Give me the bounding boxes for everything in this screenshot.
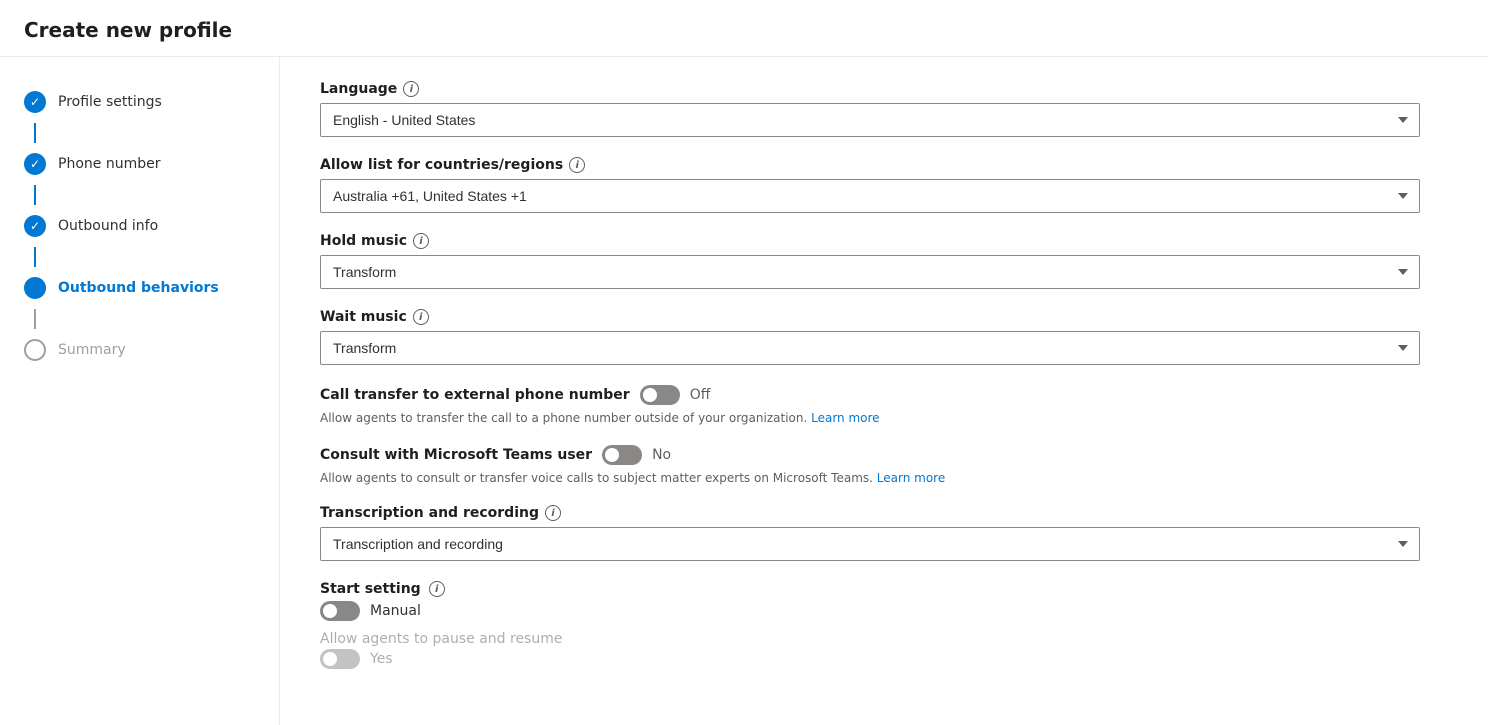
- connector-2: [34, 185, 36, 205]
- step-circle-outbound-info: ✓: [24, 215, 46, 237]
- consult-thumb: [605, 448, 619, 462]
- allow-pause-toggle[interactable]: [320, 649, 360, 669]
- start-setting-field-group: Start setting i Manual Allow agents to p…: [320, 581, 1420, 669]
- wait-music-field-group: Wait music i Transform: [320, 309, 1420, 365]
- allow-pause-row: Allow agents to pause and resume: [320, 631, 1420, 647]
- consult-learn-more[interactable]: Learn more: [877, 471, 945, 485]
- transcription-field-group: Transcription and recording i Transcript…: [320, 505, 1420, 561]
- call-transfer-label: Call transfer to external phone number: [320, 387, 630, 403]
- allow-list-info-icon[interactable]: i: [569, 157, 585, 173]
- consult-field-group: Consult with Microsoft Teams user No All…: [320, 445, 1420, 485]
- language-info-icon[interactable]: i: [403, 81, 419, 97]
- step-label-outbound-behaviors: Outbound behaviors: [58, 280, 219, 296]
- step-label-outbound-info: Outbound info: [58, 218, 158, 234]
- transcription-select[interactable]: Transcription and recording: [320, 527, 1420, 561]
- step-circle-summary: [24, 339, 46, 361]
- start-setting-toggle-row: Manual: [320, 601, 1420, 621]
- transcription-label: Transcription and recording i: [320, 505, 1420, 521]
- page-title: Create new profile: [24, 18, 1464, 42]
- allow-pause-value: Yes: [370, 651, 393, 667]
- call-transfer-thumb: [643, 388, 657, 402]
- consult-label: Consult with Microsoft Teams user: [320, 447, 592, 463]
- sidebar-item-outbound-behaviors[interactable]: Outbound behaviors: [0, 267, 279, 309]
- wait-music-select[interactable]: Transform: [320, 331, 1420, 365]
- sidebar-item-phone-number[interactable]: ✓ Phone number: [0, 143, 279, 185]
- step-circle-outbound-behaviors: [24, 277, 46, 299]
- main-content: Language i English - United States Allow…: [280, 57, 1488, 725]
- start-setting-value: Manual: [370, 603, 421, 619]
- page-header: Create new profile: [0, 0, 1488, 57]
- language-field-group: Language i English - United States: [320, 81, 1420, 137]
- step-label-summary: Summary: [58, 342, 126, 358]
- step-label-phone-number: Phone number: [58, 156, 160, 172]
- hold-music-info-icon[interactable]: i: [413, 233, 429, 249]
- step-circle-phone: ✓: [24, 153, 46, 175]
- wait-music-info-icon[interactable]: i: [413, 309, 429, 325]
- allow-list-field-group: Allow list for countries/regions i Austr…: [320, 157, 1420, 213]
- allow-list-select-wrapper: Australia +61, United States +1: [320, 179, 1420, 213]
- allow-list-label: Allow list for countries/regions i: [320, 157, 1420, 173]
- sidebar: ✓ Profile settings ✓ Phone number ✓ Outb…: [0, 57, 280, 725]
- call-transfer-toggle[interactable]: [640, 385, 680, 405]
- call-transfer-learn-more[interactable]: Learn more: [811, 411, 879, 425]
- sidebar-item-summary[interactable]: Summary: [0, 329, 279, 371]
- connector-1: [34, 123, 36, 143]
- language-select[interactable]: English - United States: [320, 103, 1420, 137]
- allow-pause-toggle-row: Yes: [320, 649, 1420, 669]
- wait-music-select-wrapper: Transform: [320, 331, 1420, 365]
- start-setting-thumb: [323, 604, 337, 618]
- language-select-wrapper: English - United States: [320, 103, 1420, 137]
- wait-music-label: Wait music i: [320, 309, 1420, 325]
- transcription-select-wrapper: Transcription and recording: [320, 527, 1420, 561]
- hold-music-field-group: Hold music i Transform: [320, 233, 1420, 289]
- call-transfer-helper: Allow agents to transfer the call to a p…: [320, 411, 1420, 425]
- consult-helper: Allow agents to consult or transfer voic…: [320, 471, 1420, 485]
- start-setting-track: [320, 601, 360, 621]
- consult-toggle[interactable]: [602, 445, 642, 465]
- language-label: Language i: [320, 81, 1420, 97]
- consult-toggle-row: Consult with Microsoft Teams user No: [320, 445, 1420, 465]
- call-transfer-track: [640, 385, 680, 405]
- sidebar-item-profile-settings[interactable]: ✓ Profile settings: [0, 81, 279, 123]
- sidebar-item-outbound-info[interactable]: ✓ Outbound info: [0, 205, 279, 247]
- check-icon-phone: ✓: [30, 157, 40, 171]
- call-transfer-toggle-row: Call transfer to external phone number O…: [320, 385, 1420, 405]
- hold-music-select[interactable]: Transform: [320, 255, 1420, 289]
- allow-pause-track: [320, 649, 360, 669]
- connector-4: [34, 309, 36, 329]
- hold-music-label: Hold music i: [320, 233, 1420, 249]
- hold-music-select-wrapper: Transform: [320, 255, 1420, 289]
- start-setting-toggle[interactable]: [320, 601, 360, 621]
- allow-pause-thumb: [323, 652, 337, 666]
- main-layout: ✓ Profile settings ✓ Phone number ✓ Outb…: [0, 57, 1488, 725]
- start-setting-label-row: Start setting i: [320, 581, 1420, 597]
- consult-track: [602, 445, 642, 465]
- check-icon-profile: ✓: [30, 95, 40, 109]
- check-icon-outbound-info: ✓: [30, 219, 40, 233]
- start-setting-label: Start setting: [320, 581, 421, 597]
- connector-3: [34, 247, 36, 267]
- form-section: Language i English - United States Allow…: [320, 81, 1420, 669]
- call-transfer-field-group: Call transfer to external phone number O…: [320, 385, 1420, 425]
- call-transfer-state: Off: [690, 387, 711, 403]
- allow-list-select[interactable]: Australia +61, United States +1: [320, 179, 1420, 213]
- allow-pause-label: Allow agents to pause and resume: [320, 631, 562, 647]
- consult-state: No: [652, 447, 671, 463]
- step-circle-profile-settings: ✓: [24, 91, 46, 113]
- transcription-info-icon[interactable]: i: [545, 505, 561, 521]
- step-label-profile-settings: Profile settings: [58, 94, 162, 110]
- start-setting-info-icon[interactable]: i: [429, 581, 445, 597]
